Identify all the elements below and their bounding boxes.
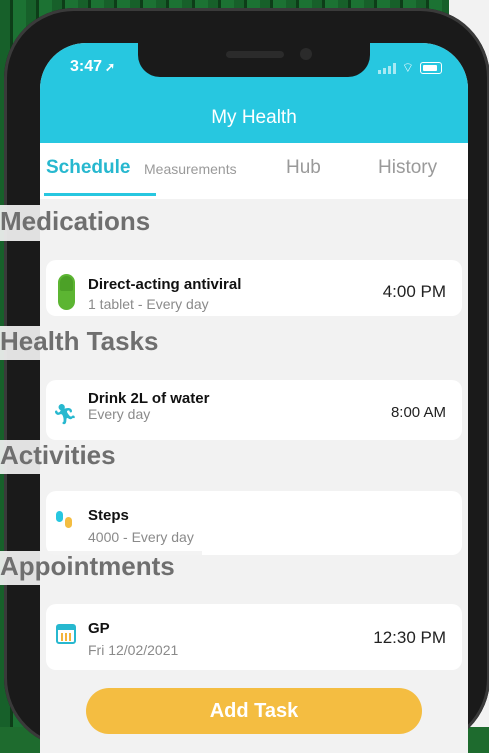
location-arrow-icon: ➚ bbox=[105, 60, 116, 74]
add-task-button[interactable]: Add Task bbox=[86, 688, 422, 734]
activity-subtitle: 4000 - Every day bbox=[88, 529, 194, 545]
section-appointments: Appointments bbox=[0, 551, 175, 581]
tab-schedule[interactable]: Schedule bbox=[46, 157, 130, 179]
section-medications: Medications bbox=[0, 206, 151, 236]
health-task-card[interactable]: 🏃︎ Drink 2L of water Every day bbox=[46, 380, 268, 440]
appointment-subtitle: Fri 12/02/2021 bbox=[88, 642, 179, 658]
tab-hub[interactable]: Hub bbox=[286, 157, 321, 179]
wifi-icon: ⌔ bbox=[401, 60, 414, 75]
status-icons: ⌔ bbox=[377, 60, 442, 76]
appointment-time: 12:30 PM bbox=[373, 628, 446, 647]
page-title: My Health bbox=[211, 107, 297, 128]
medication-title: Direct-acting antiviral bbox=[88, 276, 242, 293]
speaker-grille bbox=[226, 51, 284, 58]
tab-bar: Schedule Measurements Hub History bbox=[40, 143, 468, 199]
medication-time: 4:00 PM bbox=[382, 282, 446, 301]
activity-title: Steps bbox=[88, 507, 129, 524]
health-task-time-area[interactable]: 8:00 AM bbox=[268, 380, 462, 440]
medication-card[interactable]: Direct-acting antiviral 1 tablet - Every… bbox=[46, 260, 462, 316]
battery-icon bbox=[420, 62, 442, 74]
health-task-title: Drink 2L of water bbox=[88, 390, 210, 407]
active-tab-indicator bbox=[44, 193, 156, 196]
appointment-card[interactable]: GP Fri 12/02/2021 12:30 PM bbox=[46, 604, 462, 670]
medication-subtitle: 1 tablet - Every day bbox=[88, 296, 209, 312]
phone-frame: 3:47 ➚ ⌔ My Health Schedule Measurements … bbox=[4, 8, 489, 753]
calendar-icon bbox=[56, 624, 76, 644]
front-camera bbox=[300, 48, 312, 60]
health-task-subtitle: Every day bbox=[88, 406, 151, 422]
phone-screen: 3:47 ➚ ⌔ My Health Schedule Measurements … bbox=[40, 43, 468, 753]
runner-icon: 🏃︎ bbox=[52, 404, 78, 426]
section-activities: Activities bbox=[0, 440, 116, 470]
signal-icon bbox=[377, 62, 396, 74]
activity-card[interactable]: Steps 4000 - Every day bbox=[46, 491, 462, 555]
tab-history[interactable]: History bbox=[378, 157, 437, 179]
tab-measurements[interactable]: Measurements bbox=[144, 161, 237, 177]
health-task-time: 8:00 AM bbox=[390, 404, 446, 421]
section-health-tasks: Health Tasks bbox=[0, 326, 159, 356]
phone-notch bbox=[138, 43, 370, 77]
appointment-title: GP bbox=[88, 620, 110, 637]
pill-icon bbox=[58, 274, 75, 310]
status-time: 3:47 ➚ bbox=[70, 58, 116, 75]
